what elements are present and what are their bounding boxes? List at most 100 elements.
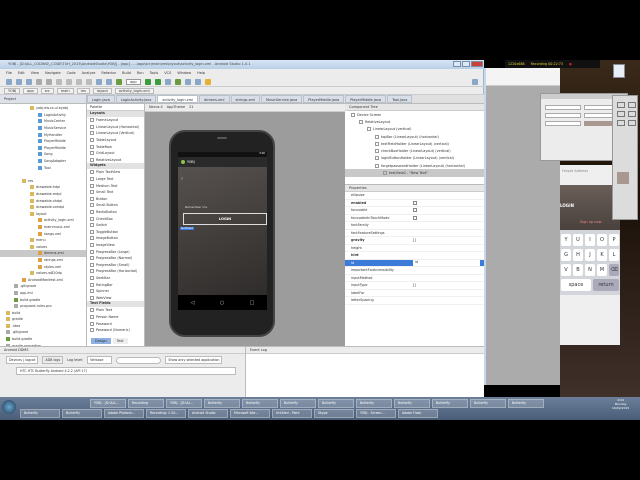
make-icon[interactable] [116,79,122,85]
taskbar-button[interactable]: Butterfly [20,409,60,418]
tree-item[interactable]: SongAdapter [0,158,86,165]
property-checkbox[interactable] [413,215,417,220]
taskbar-button[interactable]: Recording: 1.54... [146,409,186,418]
return-key[interactable]: return [593,279,619,291]
tree-item[interactable]: build.gradle [0,296,86,303]
palette-item[interactable]: Plain TextView [87,169,144,176]
debug-icon[interactable] [154,79,161,85]
login-button[interactable]: LOGIN [183,213,267,225]
editor-tab[interactable]: strings.xml [230,95,260,103]
property-row[interactable]: focusable [345,207,484,215]
property-row[interactable]: fontFeatureSettings [345,230,484,237]
palette-item[interactable]: SeekBar [87,275,144,282]
text-tool-icon[interactable] [628,120,636,126]
key[interactable]: Y [561,234,571,246]
editor-tab[interactable]: dimens.xml [199,95,230,103]
property-row[interactable]: gravity [] [345,237,484,245]
palette-item[interactable]: TableRow [87,143,144,150]
taskbar-button[interactable]: YOBJ - [D:\ALL... [90,399,126,408]
tree-item[interactable]: AndroidManifest.xml [0,276,86,283]
component-tree-item[interactable]: textView2 - "New Text" [345,169,484,177]
key[interactable]: G [561,249,571,261]
taskbar-button[interactable]: Butterfly [242,399,278,408]
property-checkbox[interactable] [413,208,417,213]
tree-item[interactable]: layout [0,211,86,218]
project-header[interactable]: Project [0,95,86,104]
breadcrumb-item[interactable]: src [40,88,54,94]
palette-item[interactable]: RadioButton [87,209,144,216]
remember-me-checkbox[interactable]: Remember me [185,205,207,209]
palette-item[interactable]: ProgressBar (Large) [87,248,144,255]
paste-icon[interactable] [76,79,82,85]
tree-item[interactable]: styles.xml [0,263,86,270]
device-select[interactable]: HTC HTC Butterfly Android 4.2.2 (API 17) [16,367,236,375]
taskbar-button[interactable]: Butterfly [62,409,102,418]
tree-item[interactable]: drawable-mdpi [0,191,86,198]
record-stop-icon[interactable]: ● [569,62,572,66]
tree-item[interactable]: .idea [0,323,86,330]
breadcrumb-item[interactable]: app [23,88,38,94]
key[interactable]: L [609,249,619,261]
palette-item[interactable]: Switch [87,222,144,229]
log-level-select[interactable]: Verbose [87,356,113,364]
desktop-file-icon[interactable] [613,64,625,78]
key[interactable]: J [585,249,595,261]
palette-item[interactable]: Plain Text [87,307,144,314]
close-button[interactable] [471,61,483,67]
component-tree-item[interactable]: RelativeLayout [345,118,484,125]
tree-item[interactable]: res [0,178,86,185]
taskbar-button[interactable]: YOBJ - [D:\AL... [166,399,202,408]
redo-icon[interactable] [46,79,52,85]
editor-tab[interactable]: activity_login.xml [157,95,199,103]
taskbar-button[interactable]: Butterfly [318,399,354,408]
home-icon[interactable]: ○ [220,300,224,306]
kerning-field[interactable] [545,113,581,118]
palette-item[interactable]: Small Text [87,189,144,196]
adb-logs-tab[interactable]: ADB logs [42,356,64,364]
taskbar-button[interactable]: Adobe Photosh... [104,409,144,418]
tree-item[interactable] [0,171,86,178]
component-tree-item[interactable]: textFieldHolder (LinearLayout) (vertical… [345,140,484,147]
taskbar-button[interactable]: YOBJ - Screen... [356,409,396,418]
palette-item[interactable]: CheckBox [87,215,144,222]
palette-item[interactable]: ImageView [87,242,144,249]
taskbar-button[interactable]: Microsoft Wor... [230,409,270,418]
zoom-in-icon[interactable] [96,79,102,85]
key[interactable]: O [597,234,607,246]
sync-icon[interactable] [26,79,32,85]
palette-item[interactable]: RatingBar [87,281,144,288]
component-tree-item[interactable]: checkBoxHolder (LinearLayout) (vertical) [345,147,484,154]
tree-item[interactable]: mainmusic.xml [0,224,86,231]
search-icon[interactable] [472,79,478,85]
component-tree-item[interactable]: forgetpasswordHolder (LinearLayout) (hor… [345,162,484,169]
theme-select[interactable]: AppTheme [167,105,185,110]
tree-item[interactable]: app.iml [0,290,86,297]
tree-item[interactable]: build.gradle [0,336,86,343]
property-row[interactable]: height [345,245,484,252]
tree-item[interactable]: Song [0,151,86,158]
minimize-button[interactable] [453,61,461,67]
component-tree-item[interactable]: topBar (LinearLayout) (horizontal) [345,133,484,140]
undo-icon[interactable] [36,79,42,85]
devices-logcat-tab[interactable]: Devices | logcat [6,356,39,364]
key[interactable]: K [597,249,607,261]
editor-tab[interactable]: Login.java [87,95,115,103]
tree-item[interactable]: drawable-hdpi [0,184,86,191]
editor-tab[interactable]: Tool.java [387,95,413,103]
property-value[interactable]: [] [413,238,416,242]
palette-item[interactable]: TableLayout [87,137,144,144]
property-row[interactable]: inputType [] [345,282,484,290]
zoom-out-icon[interactable] [106,79,112,85]
api-select[interactable]: 21 [189,105,193,110]
palette-item[interactable]: Medium Text [87,182,144,189]
find-icon[interactable] [86,79,92,85]
copy-icon[interactable] [66,79,72,85]
taskbar-button[interactable]: Recording [128,399,164,408]
palette-item[interactable]: Large Text [87,176,144,183]
property-checkbox[interactable] [413,200,417,205]
taskbar-button[interactable]: Android Studio [188,409,228,418]
key[interactable]: I [585,234,595,246]
taskbar-button[interactable]: Butterfly [508,399,544,408]
tree-item[interactable]: yobj.ew.cs.ui.eyobj [0,105,86,112]
device-select[interactable]: Nexus 4 [149,105,163,110]
